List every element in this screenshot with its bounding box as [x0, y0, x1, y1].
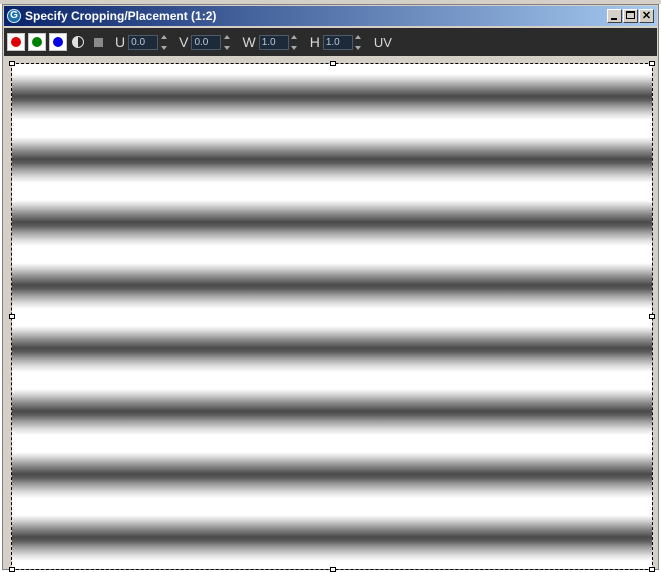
toolbar: U 0.0 V 0.0 W 1.0 H 1.0 UV	[4, 28, 657, 56]
spin-down-icon[interactable]	[291, 45, 298, 50]
spin-down-icon[interactable]	[355, 45, 362, 50]
v-input[interactable]: 0.0	[191, 34, 222, 50]
v-label: V	[179, 34, 189, 50]
u-input[interactable]: 0.0	[128, 34, 159, 50]
h-spinner[interactable]	[355, 34, 362, 50]
blue-channel-button[interactable]	[49, 33, 67, 51]
spin-down-icon[interactable]	[223, 45, 230, 50]
crop-handle-bottom-right[interactable]	[649, 567, 655, 572]
spin-up-icon[interactable]	[355, 34, 362, 39]
crop-handle-right[interactable]	[649, 314, 655, 319]
minimize-button[interactable]	[607, 9, 622, 23]
red-dot-icon	[11, 37, 21, 47]
window-controls: ✕	[607, 9, 654, 23]
w-input[interactable]: 1.0	[258, 34, 289, 50]
crop-handle-top-right[interactable]	[649, 61, 655, 66]
alpha-channel-icon[interactable]	[72, 36, 84, 48]
h-label: H	[309, 34, 320, 50]
spin-up-icon[interactable]	[223, 34, 230, 39]
spin-up-icon[interactable]	[291, 34, 298, 39]
crop-handle-top-left[interactable]	[9, 61, 15, 66]
spin-up-icon[interactable]	[160, 34, 167, 39]
minimize-icon	[611, 18, 617, 20]
title-bar[interactable]: G Specify Cropping/Placement (1:2) ✕	[4, 6, 657, 26]
u-spinner[interactable]	[160, 34, 167, 50]
v-spinner[interactable]	[223, 34, 230, 50]
u-label: U	[115, 34, 126, 50]
crop-handle-bottom-left[interactable]	[9, 567, 15, 572]
spin-down-icon[interactable]	[160, 45, 167, 50]
red-channel-button[interactable]	[7, 33, 25, 51]
canvas-frame	[4, 56, 657, 572]
cropping-window: G Specify Cropping/Placement (1:2) ✕ U 0…	[2, 4, 659, 572]
maximize-button[interactable]	[623, 9, 638, 23]
uv-toggle[interactable]: UV	[374, 35, 392, 50]
window-title: Specify Cropping/Placement (1:2)	[25, 9, 217, 23]
app-icon: G	[7, 9, 21, 23]
blue-dot-icon	[53, 37, 63, 47]
close-icon: ✕	[641, 10, 652, 22]
crop-handle-left[interactable]	[9, 314, 15, 319]
close-button[interactable]: ✕	[639, 9, 654, 23]
w-label: W	[242, 34, 256, 50]
crop-handle-bottom[interactable]	[330, 567, 336, 572]
maximize-icon	[626, 11, 635, 19]
mono-channel-icon[interactable]	[94, 37, 103, 47]
green-dot-icon	[32, 37, 42, 47]
w-spinner[interactable]	[291, 34, 298, 50]
green-channel-button[interactable]	[28, 33, 46, 51]
crop-region[interactable]	[9, 61, 655, 572]
crop-handle-top[interactable]	[330, 61, 336, 66]
h-input[interactable]: 1.0	[322, 34, 353, 50]
